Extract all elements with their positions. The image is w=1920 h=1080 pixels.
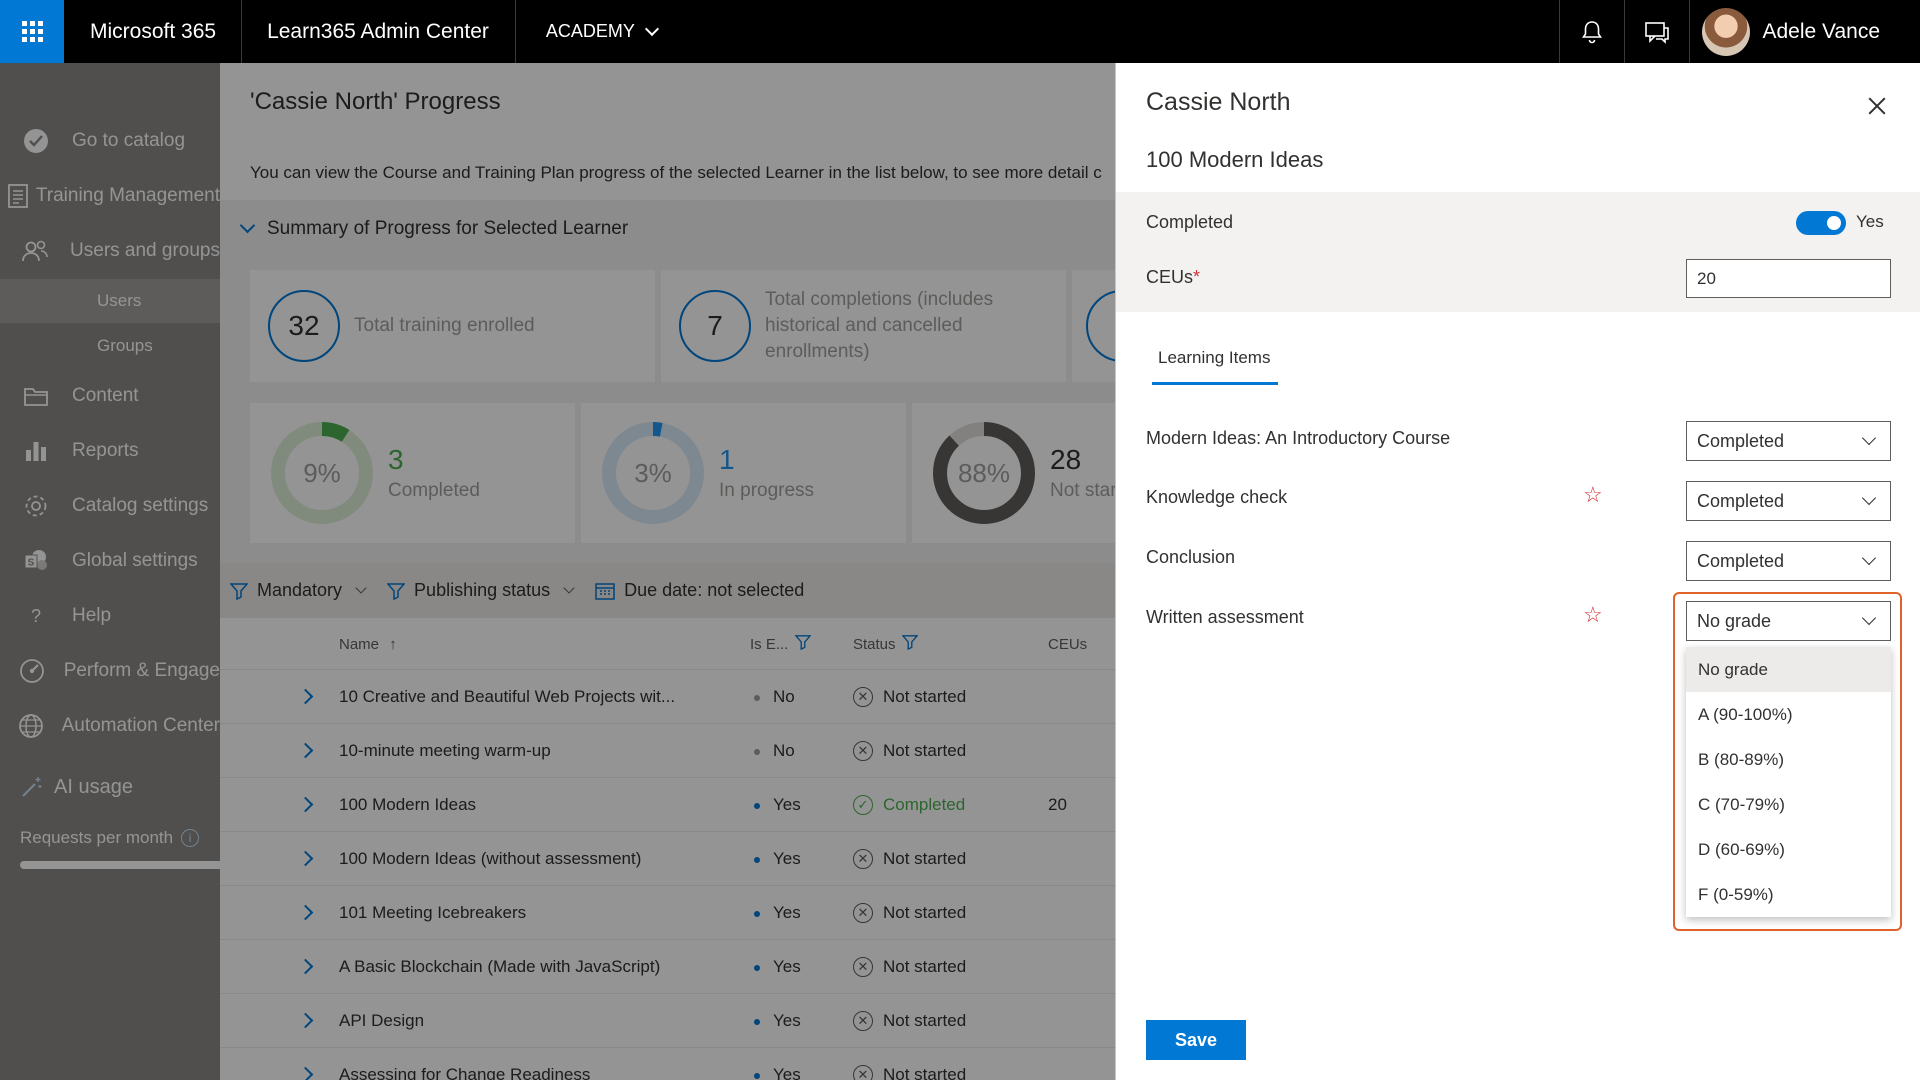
- grade-option[interactable]: A (90-100%): [1686, 692, 1891, 737]
- completed-toggle[interactable]: [1796, 211, 1846, 235]
- close-icon[interactable]: [1868, 97, 1886, 115]
- panel-title: Cassie North: [1146, 88, 1291, 116]
- user-name: Adele Vance: [1762, 19, 1880, 43]
- brand-link[interactable]: Microsoft 365: [64, 0, 243, 63]
- panel-subtitle: 100 Modern Ideas: [1146, 147, 1324, 172]
- ceus-input[interactable]: [1686, 259, 1891, 298]
- chevron-down-icon: [1861, 430, 1877, 446]
- notifications-button[interactable]: [1559, 0, 1624, 63]
- grade-option[interactable]: B (80-89%): [1686, 737, 1891, 782]
- learning-item-label: Written assessment: [1146, 607, 1304, 627]
- learning-item-label: Conclusion: [1146, 547, 1236, 567]
- grade-option[interactable]: D (60-69%): [1686, 827, 1891, 872]
- chat-icon: [1645, 21, 1670, 44]
- chevron-down-icon: [1861, 550, 1877, 566]
- grade-option[interactable]: C (70-79%): [1686, 782, 1891, 827]
- learning-item-status-dropdown[interactable]: Completed: [1686, 421, 1891, 461]
- app-launcher-button[interactable]: [0, 0, 64, 63]
- chevron-down-icon: [1861, 610, 1877, 626]
- grade-dropdown[interactable]: No grade: [1686, 601, 1891, 641]
- dropdown-value: Completed: [1697, 490, 1785, 511]
- modal-overlay[interactable]: [0, 63, 1115, 1080]
- save-button[interactable]: Save: [1146, 1020, 1246, 1060]
- dropdown-value: No grade: [1697, 610, 1772, 631]
- completed-toggle-value: Yes: [1856, 212, 1884, 231]
- waffle-icon: [21, 21, 43, 42]
- learning-item-status-dropdown[interactable]: Completed: [1686, 481, 1891, 521]
- required-marker: *: [1193, 267, 1201, 287]
- learning-item-label: Knowledge check: [1146, 487, 1288, 507]
- grade-dropdown-menu: No grade A (90-100%) B (80-89%) C (70-79…: [1686, 647, 1891, 917]
- avatar: [1702, 7, 1751, 56]
- bell-icon: [1582, 20, 1603, 43]
- ceus-label-wrap: CEUs*: [1146, 267, 1200, 288]
- user-menu[interactable]: Adele Vance: [1689, 0, 1920, 63]
- tab-underline: [1152, 382, 1278, 385]
- app-name[interactable]: Learn365 Admin Center: [242, 0, 516, 63]
- ceus-label: CEUs: [1146, 267, 1194, 287]
- chevron-down-icon: [644, 21, 659, 36]
- dropdown-value: Completed: [1697, 550, 1785, 571]
- academy-dropdown[interactable]: ACADEMY: [516, 0, 659, 63]
- top-bar: Microsoft 365 Learn365 Admin Center ACAD…: [0, 0, 1920, 63]
- learner-detail-panel: Cassie North 100 Modern Ideas Completed …: [1115, 63, 1920, 1080]
- learning-item-label: Modern Ideas: An Introductory Course: [1146, 428, 1451, 448]
- dropdown-value: Completed: [1697, 430, 1785, 451]
- feedback-button[interactable]: [1624, 0, 1689, 63]
- chevron-down-icon: [1861, 490, 1877, 506]
- star-icon: ☆: [1583, 482, 1603, 507]
- grade-option[interactable]: No grade: [1686, 647, 1891, 692]
- star-icon: ☆: [1583, 602, 1603, 627]
- completion-section: Completed Yes CEUs*: [1116, 192, 1920, 312]
- tab-learning-items[interactable]: Learning Items: [1158, 348, 1270, 368]
- learning-item-status-dropdown[interactable]: Completed: [1686, 541, 1891, 581]
- completed-label: Completed: [1146, 212, 1234, 232]
- academy-label: ACADEMY: [545, 21, 635, 41]
- grade-option[interactable]: F (0-59%): [1686, 872, 1891, 917]
